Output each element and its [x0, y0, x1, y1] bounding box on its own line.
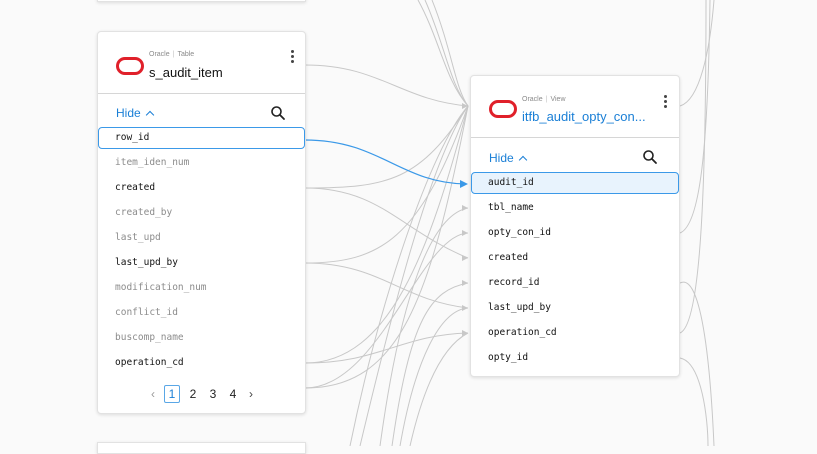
- hide-columns-button[interactable]: Hide: [116, 106, 154, 120]
- column-row-last-upd-by[interactable]: last_upd_by: [98, 252, 305, 274]
- column-row-last-upd[interactable]: last_upd: [98, 227, 305, 249]
- more-options-icon[interactable]: [664, 95, 668, 110]
- column-row-created[interactable]: created: [98, 177, 305, 199]
- edge: [304, 64, 469, 107]
- edge: [679, 281, 715, 446]
- edge-arrow: [462, 230, 468, 236]
- edge: [409, 332, 469, 446]
- edge: [379, 207, 469, 446]
- hide-label: Hide: [489, 151, 514, 165]
- column-row-modification-num[interactable]: modification_num: [98, 277, 305, 299]
- source-kind: View: [550, 96, 566, 103]
- source-kind: Table: [177, 51, 195, 58]
- chevron-up-icon: [518, 155, 527, 165]
- table-source: Oracle | Table: [149, 51, 195, 58]
- edge: [304, 105, 469, 189]
- edge: [399, 307, 469, 446]
- prev-page-button[interactable]: ‹: [148, 387, 158, 401]
- edge: [304, 187, 469, 259]
- chevron-up-icon: [145, 110, 154, 120]
- edge: [679, 357, 709, 446]
- hide-columns-button[interactable]: Hide: [489, 151, 527, 165]
- source-name: Oracle: [522, 96, 543, 103]
- column-row-opty-id[interactable]: opty_id: [471, 347, 679, 369]
- table-card-s-audit-item[interactable]: Oracle | Table s_audit_item Hide row_idite…: [97, 31, 306, 414]
- column-row-row-id[interactable]: row_id: [98, 127, 305, 149]
- card-header: Oracle | Table s_audit_item: [98, 32, 305, 94]
- edge: [424, 0, 469, 107]
- edge: [304, 232, 469, 389]
- table-name[interactable]: itfb_audit_opty_con...: [522, 109, 654, 124]
- active-edge: [304, 139, 467, 185]
- column-row-opty-con-id[interactable]: opty_con_id: [471, 222, 679, 244]
- column-row-operation-cd[interactable]: operation_cd: [471, 322, 679, 344]
- active-edge-arrow: [460, 180, 468, 188]
- edge: [304, 105, 469, 264]
- column-row-conflict-id[interactable]: conflict_id: [98, 302, 305, 324]
- edge: [391, 282, 469, 446]
- table-name[interactable]: s_audit_item: [149, 65, 279, 80]
- card-header: Oracle | View itfb_audit_opty_con...: [471, 76, 679, 138]
- column-row-created-by[interactable]: created_by: [98, 202, 305, 224]
- column-row-last-upd-by[interactable]: last_upd_by: [471, 297, 679, 319]
- page-1-button[interactable]: 1: [164, 385, 180, 403]
- column-row-created[interactable]: created: [471, 247, 679, 269]
- table-source: Oracle | View: [522, 96, 566, 103]
- edge: [304, 262, 469, 309]
- page-3-button[interactable]: 3: [206, 386, 220, 402]
- edge: [304, 105, 469, 389]
- next-page-button[interactable]: ›: [246, 387, 256, 401]
- oracle-logo-icon: [489, 100, 517, 118]
- oracle-logo-icon: [116, 57, 144, 75]
- column-row-tbl-name[interactable]: tbl_name: [471, 197, 679, 219]
- edge-arrow: [462, 205, 468, 211]
- view-card-itfb-audit-opty-con[interactable]: Oracle | View itfb_audit_opty_con... Hide …: [470, 75, 680, 377]
- more-options-icon[interactable]: [291, 50, 295, 65]
- edge-arrow: [462, 305, 468, 311]
- edge-arrow: [462, 255, 468, 261]
- edge-arrow: [462, 280, 468, 286]
- search-icon[interactable]: [642, 149, 658, 165]
- page-2-button[interactable]: 2: [186, 386, 200, 402]
- hide-label: Hide: [116, 106, 141, 120]
- column-row-record-id[interactable]: record_id: [471, 272, 679, 294]
- edge: [431, 0, 469, 107]
- source-name: Oracle: [149, 51, 170, 58]
- offscreen-card-bottom[interactable]: [97, 442, 306, 454]
- search-icon[interactable]: [270, 105, 286, 121]
- column-row-item-iden-num[interactable]: item_iden_num: [98, 152, 305, 174]
- page-4-button[interactable]: 4: [226, 386, 240, 402]
- offscreen-card-top[interactable]: [97, 0, 306, 2]
- edge: [349, 105, 469, 446]
- column-row-buscomp-name[interactable]: buscomp_name: [98, 327, 305, 349]
- column-row-operation-cd[interactable]: operation_cd: [98, 352, 305, 374]
- column-row-audit-id[interactable]: audit_id: [471, 172, 679, 194]
- edge: [359, 105, 469, 446]
- pagination: ‹ 1 2 3 4 ›: [148, 385, 262, 403]
